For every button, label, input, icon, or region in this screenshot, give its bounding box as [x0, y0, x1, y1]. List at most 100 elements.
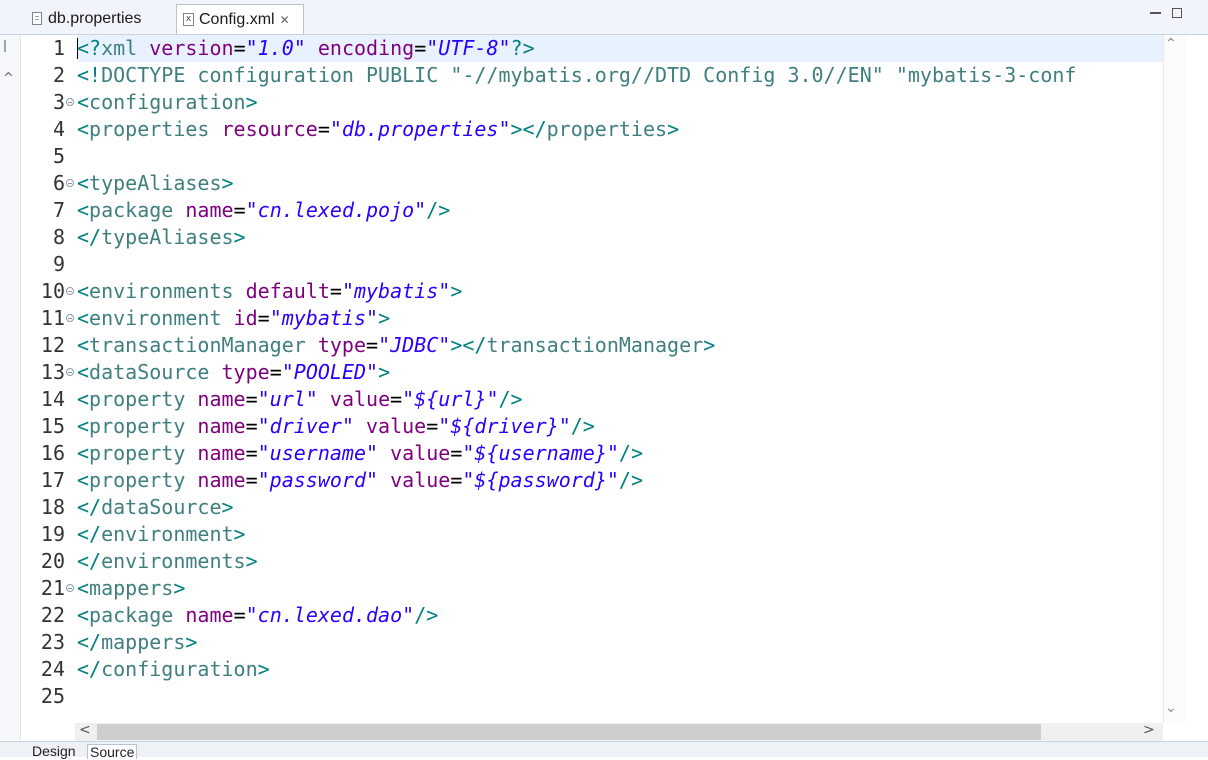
code-token: property [89, 468, 186, 492]
code-line[interactable]: <transactionManager type="JDBC"></transa… [77, 332, 715, 359]
code-token: version [149, 36, 234, 60]
code-line[interactable]: <environments default="mybatis"> [77, 278, 462, 305]
code-line[interactable]: <?xml version="1.0" encoding="UTF-8"?> [77, 35, 535, 62]
code-token: transactionManager [89, 333, 306, 357]
line-number: 16 [40, 441, 65, 465]
code-token: = [414, 36, 427, 60]
fold-toggle-icon[interactable] [66, 98, 74, 106]
code-token: </ [77, 630, 102, 654]
code-token: = [450, 441, 463, 465]
code-line[interactable]: </dataSource> [77, 494, 234, 521]
code-token: > [450, 279, 463, 303]
line-number: 23 [40, 630, 65, 654]
code-token: /> [498, 387, 523, 411]
code-token: = [269, 360, 282, 384]
code-token: > [233, 225, 246, 249]
code-line[interactable]: </environments> [77, 548, 258, 575]
code-line[interactable]: <typeAliases> [77, 170, 234, 197]
code-token: /> [414, 603, 439, 627]
code-token: < [77, 171, 90, 195]
line-number: 6 [52, 171, 65, 195]
code-line[interactable]: <package name="cn.lexed.dao"/> [77, 602, 438, 629]
code-token: ></ [450, 333, 487, 357]
line-number: 17 [40, 468, 65, 492]
code-token: typeAliases [101, 225, 234, 249]
panel-marker [4, 40, 6, 52]
code-line[interactable]: </mappers> [77, 629, 197, 656]
code-line[interactable]: <property name="driver" value="${driver}… [77, 413, 595, 440]
fold-toggle-icon[interactable] [66, 584, 74, 592]
code-token: /> [618, 441, 644, 465]
code-token: > [257, 657, 270, 681]
code-line[interactable]: <environment id="mybatis"> [77, 305, 390, 332]
code-line[interactable]: </environment> [77, 521, 246, 548]
code-token: > [703, 333, 716, 357]
fold-toggle-icon[interactable] [66, 287, 74, 295]
code-token: = [245, 468, 258, 492]
code-token: transactionManager [486, 333, 704, 357]
tab-config-xml[interactable]: x Config.xml ✕ [176, 4, 304, 34]
code-line[interactable]: <property name="username" value="${usern… [77, 440, 643, 467]
code-token: "db.properties" [329, 117, 511, 141]
line-number: 5 [52, 144, 65, 168]
minimize-icon[interactable] [1150, 12, 1161, 14]
code-token: "${password}" [462, 468, 619, 492]
close-icon[interactable]: ✕ [280, 13, 290, 27]
code-line[interactable]: <mappers> [77, 575, 185, 602]
vertical-scrollbar[interactable] [1163, 35, 1186, 723]
scroll-down-icon[interactable]: ⌄ [1165, 700, 1177, 716]
code-line[interactable]: <properties resource="db.properties"></p… [77, 116, 679, 143]
code-token: <? [77, 36, 102, 60]
code-token: "url" [257, 387, 318, 411]
code-token: "cn.lexed.pojo" [245, 198, 427, 222]
code-line[interactable]: </typeAliases> [77, 224, 246, 251]
fold-toggle-icon[interactable] [66, 314, 74, 322]
code-token: dataSource [101, 495, 222, 519]
scroll-up-icon[interactable]: ⌃ [1165, 36, 1177, 52]
code-token: = [245, 387, 258, 411]
code-token: = [450, 468, 463, 492]
tab-db-properties[interactable]: db.properties [26, 4, 174, 33]
code-line[interactable]: </configuration> [77, 656, 270, 683]
code-line[interactable]: <!DOCTYPE configuration PUBLIC "-//mybat… [77, 62, 1076, 89]
code-token: resource [221, 117, 318, 141]
line-number: 11 [40, 306, 65, 330]
code-line[interactable]: <property name="password" value="${passw… [77, 467, 643, 494]
line-number: 9 [52, 252, 65, 276]
maximize-icon[interactable] [1172, 8, 1182, 18]
tab-source[interactable]: Source [87, 744, 138, 760]
code-line[interactable]: <configuration> [77, 89, 258, 116]
fold-toggle-icon[interactable] [66, 368, 74, 376]
code-token: /> [570, 414, 595, 438]
fold-toggle-icon[interactable] [66, 179, 74, 187]
source-editor[interactable]: 1 <?xml version="1.0" encoding="UTF-8"?> 2… [39, 35, 1163, 723]
horizontal-scroll-thumb[interactable] [97, 724, 1041, 740]
code-token: "1.0" [245, 36, 306, 60]
code-line[interactable]: <package name="cn.lexed.pojo"/> [77, 197, 450, 224]
code-token: name [185, 198, 234, 222]
code-token: < [77, 333, 90, 357]
code-token: property [89, 441, 186, 465]
code-token: value [366, 414, 427, 438]
code-token: configuration [89, 90, 246, 114]
code-token: ></ [510, 117, 547, 141]
scroll-left-icon[interactable]: < [79, 722, 91, 738]
code-token: environment [101, 522, 234, 546]
code-token: "${driver}" [438, 414, 571, 438]
chevron-up-icon[interactable]: ^ [3, 71, 14, 86]
code-line[interactable]: <dataSource type="POOLED"> [77, 359, 390, 386]
code-line[interactable]: <property name="url" value="${url}"/> [77, 386, 523, 413]
code-token: = [245, 441, 258, 465]
code-token: typeAliases [89, 171, 222, 195]
scroll-right-icon[interactable]: > [1143, 722, 1155, 738]
